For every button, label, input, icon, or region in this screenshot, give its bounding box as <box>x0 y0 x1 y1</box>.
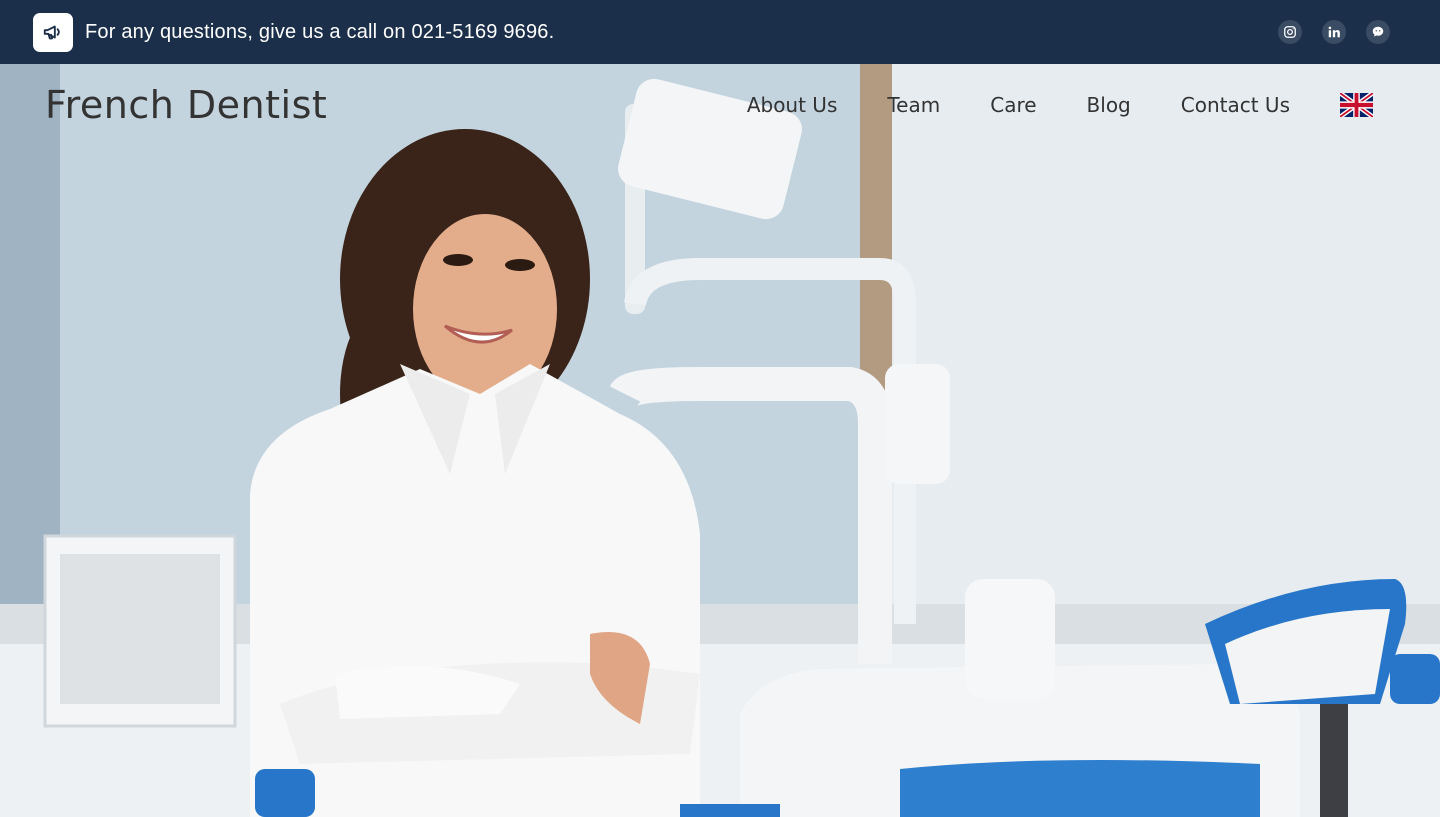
uk-flag-icon[interactable] <box>1340 93 1373 117</box>
announcement-text: For any questions, give us a call on 021… <box>85 20 555 43</box>
nav-team[interactable]: Team <box>887 93 940 117</box>
social-links <box>1278 20 1390 44</box>
top-announcement-bar: For any questions, give us a call on 021… <box>0 0 1440 64</box>
main-navbar: French Dentist About Us Team Care Blog C… <box>0 64 1440 154</box>
nav-blog[interactable]: Blog <box>1087 93 1131 117</box>
nav-contact-us[interactable]: Contact Us <box>1181 93 1290 117</box>
instagram-icon[interactable] <box>1278 20 1302 44</box>
linkedin-icon[interactable] <box>1322 20 1346 44</box>
megaphone-icon <box>33 12 73 52</box>
brand-logo[interactable]: French Dentist <box>45 83 327 127</box>
nav-care[interactable]: Care <box>990 93 1036 117</box>
nav-about-us[interactable]: About Us <box>747 93 838 117</box>
hero-image <box>0 64 1440 817</box>
nav-links: About Us Team Care Blog Contact Us <box>697 93 1373 117</box>
announcement-group: For any questions, give us a call on 021… <box>33 12 555 52</box>
wechat-icon[interactable] <box>1366 20 1390 44</box>
